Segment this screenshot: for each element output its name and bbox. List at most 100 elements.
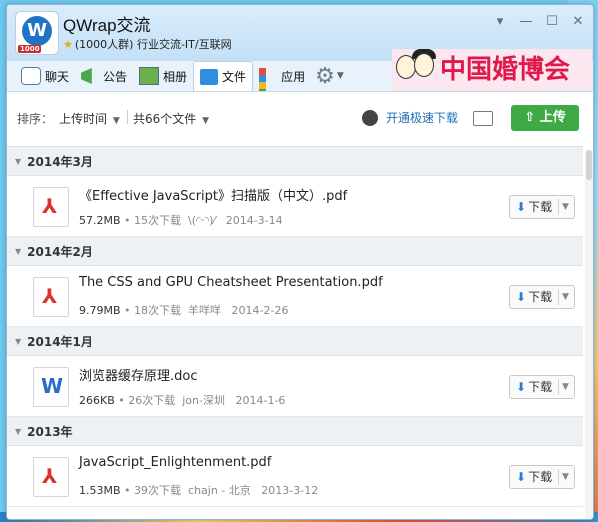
files-panel: 排序： 上传时间 ▼ 共66个文件 ▼ 开通极速下载 ⇧ 上传 ▼ 2014年3月… <box>7 91 593 519</box>
upload-date: 2014-3-14 <box>225 214 283 227</box>
tab-album[interactable]: 相册 <box>133 62 193 90</box>
section-header[interactable]: ▼ 2014年1月 <box>7 327 583 356</box>
chevron-down-icon: ▼ <box>202 116 210 126</box>
apps-icon <box>259 68 277 96</box>
download-count: 39次下载 <box>134 484 182 497</box>
notice-icon <box>81 68 92 84</box>
divider <box>127 110 128 124</box>
collapse-triangle-icon: ▼ <box>15 246 22 256</box>
sort-label: 排序： <box>17 112 54 126</box>
file-list: ▼ 2014年3月 ⅄ 《Effective JavaScript》扫描版（中文）… <box>7 146 583 519</box>
file-name[interactable]: The CSS and GPU Cheatsheet Presentation.… <box>79 275 383 290</box>
chevron-down-icon[interactable]: ▼ <box>562 286 569 308</box>
download-arrow-icon: ⬇ <box>516 200 527 214</box>
tab-chat-label: 聊天 <box>45 69 70 84</box>
file-size: 57.2MB <box>79 214 121 227</box>
group-size-tag: 1000 <box>18 45 42 53</box>
uploader: chajn - 北京 <box>188 484 251 497</box>
ad-banner-text: 中国婚博会 <box>440 55 571 85</box>
collapse-triangle-icon: ▼ <box>15 426 22 436</box>
tab-chat[interactable]: 聊天 <box>15 62 75 90</box>
file-size: 1.53MB <box>79 484 121 497</box>
download-arrow-icon: ⬇ <box>516 470 527 484</box>
section-header[interactable]: ▼ 2014年2月 <box>7 237 583 266</box>
tray-icon[interactable] <box>473 111 493 126</box>
file-meta: 266KB • 26次下载 jon-深圳 2014-1-6 <box>79 394 286 407</box>
chevron-down-icon[interactable]: ▼ <box>337 71 344 81</box>
download-label: 下载 <box>528 470 553 484</box>
uploader: 羊咩咩 <box>188 304 222 317</box>
chevron-down-icon[interactable]: ▼ <box>562 196 569 218</box>
file-size: 9.79MB <box>79 304 121 317</box>
file-name[interactable]: JavaScript_Enlightenment.pdf <box>79 455 271 470</box>
sort-value: 上传时间 <box>59 112 108 126</box>
file-row[interactable]: W 浏览器缓存原理.doc 266KB • 26次下载 jon-深圳 2014-… <box>7 356 583 417</box>
group-name[interactable]: QWrap交流 <box>63 11 151 36</box>
upload-date: 2013-3-12 <box>261 484 319 497</box>
file-filter-bar: 排序： 上传时间 ▼ 共66个文件 ▼ 开通极速下载 ⇧ 上传 <box>7 92 593 146</box>
tab-files-label: 文件 <box>222 70 247 84</box>
file-row[interactable]: ⅄ JavaScript_Enlightenment.pdf 1.53MB • … <box>7 446 583 507</box>
folder-icon <box>200 68 219 85</box>
download-button[interactable]: ⬇ 下载 ▼ <box>509 285 575 309</box>
pdf-file-icon: ⅄ <box>33 187 69 227</box>
chevron-down-icon[interactable]: ▼ <box>562 376 569 398</box>
menu-dropdown-icon[interactable]: ▾ <box>493 15 507 29</box>
uploader: jon-深圳 <box>182 394 225 407</box>
download-count: 18次下载 <box>134 304 182 317</box>
file-size: 266KB <box>79 394 115 407</box>
group-meta-text: (1000人群) 行业交流-IT/互联网 <box>74 38 232 51</box>
ad-banner[interactable]: 中国婚博会 <box>392 49 592 91</box>
file-row[interactable]: ⅄ 《Effective JavaScript》扫描版（中文）.pdf 57.2… <box>7 176 583 237</box>
tab-files[interactable]: 文件 <box>193 60 254 92</box>
group-window: W 1000 QWrap交流 ★ (1000人群) 行业交流-IT/互联网 ▾ —… <box>6 4 594 520</box>
file-count: 共66个文件 <box>133 112 197 126</box>
pdf-file-icon: ⅄ <box>33 457 69 497</box>
tab-apps-label: 应用 <box>281 69 306 84</box>
file-count-dropdown[interactable]: 共66个文件 ▼ <box>133 110 209 127</box>
tab-apps[interactable]: 应用 <box>253 62 311 96</box>
upload-date: 2014-1-6 <box>235 394 286 407</box>
section-header[interactable]: ▼ 2013年 <box>7 417 583 446</box>
collapse-triangle-icon: ▼ <box>15 336 22 346</box>
scrollbar[interactable] <box>585 150 593 519</box>
download-arrow-icon: ⬇ <box>516 380 527 394</box>
close-icon[interactable]: ✕ <box>571 15 585 29</box>
window-controls: ▾ — ☐ ✕ <box>493 15 585 29</box>
upload-button[interactable]: ⇧ 上传 <box>511 105 579 131</box>
download-button[interactable]: ⬇ 下载 ▼ <box>509 375 575 399</box>
file-meta: 57.2MB • 15次下载 \(◜ᵕ◝)⁄ 2014-3-14 <box>79 214 283 227</box>
file-meta: 9.79MB • 18次下载 羊咩咩 2014-2-26 <box>79 304 289 317</box>
file-meta: 1.53MB • 39次下载 chajn - 北京 2013-3-12 <box>79 484 319 497</box>
chat-icon <box>21 67 41 85</box>
photo-icon <box>139 67 160 85</box>
settings-gear-icon[interactable]: ⚙ <box>315 64 335 89</box>
file-name[interactable]: 《Effective JavaScript》扫描版（中文）.pdf <box>79 185 347 204</box>
chevron-down-icon: ▼ <box>112 116 120 126</box>
uploader: \(◜ᵕ◝)⁄ <box>188 214 216 227</box>
section-title: 2014年3月 <box>27 154 93 169</box>
minimize-icon[interactable]: — <box>519 15 533 29</box>
chevron-down-icon[interactable]: ▼ <box>562 466 569 488</box>
section-header[interactable]: ▼ 2014年3月 <box>7 147 583 176</box>
download-label: 下载 <box>528 290 553 304</box>
download-arrow-icon: ⬇ <box>516 290 527 304</box>
scrollbar-thumb[interactable] <box>586 150 592 180</box>
tab-notice[interactable]: 公告 <box>75 62 133 90</box>
download-count: 26次下载 <box>128 394 176 407</box>
section-title: 2014年2月 <box>27 244 93 259</box>
file-row[interactable]: ⅄ The CSS and GPU Cheatsheet Presentatio… <box>7 266 583 327</box>
download-label: 下载 <box>528 200 553 214</box>
file-name[interactable]: 浏览器缓存原理.doc <box>79 365 198 384</box>
group-meta: ★ (1000人群) 行业交流-IT/互联网 <box>63 36 232 52</box>
robot-icon <box>362 109 378 126</box>
maximize-icon[interactable]: ☐ <box>545 15 559 29</box>
tab-notice-label: 公告 <box>103 69 128 84</box>
group-avatar[interactable]: W 1000 <box>15 11 59 55</box>
download-label: 下载 <box>528 380 553 394</box>
download-button[interactable]: ⬇ 下载 ▼ <box>509 195 575 219</box>
download-button[interactable]: ⬇ 下载 ▼ <box>509 465 575 489</box>
tab-album-label: 相册 <box>163 69 188 84</box>
sort-dropdown[interactable]: 上传时间 ▼ <box>59 110 120 127</box>
turbo-download-link[interactable]: 开通极速下载 <box>362 109 458 126</box>
